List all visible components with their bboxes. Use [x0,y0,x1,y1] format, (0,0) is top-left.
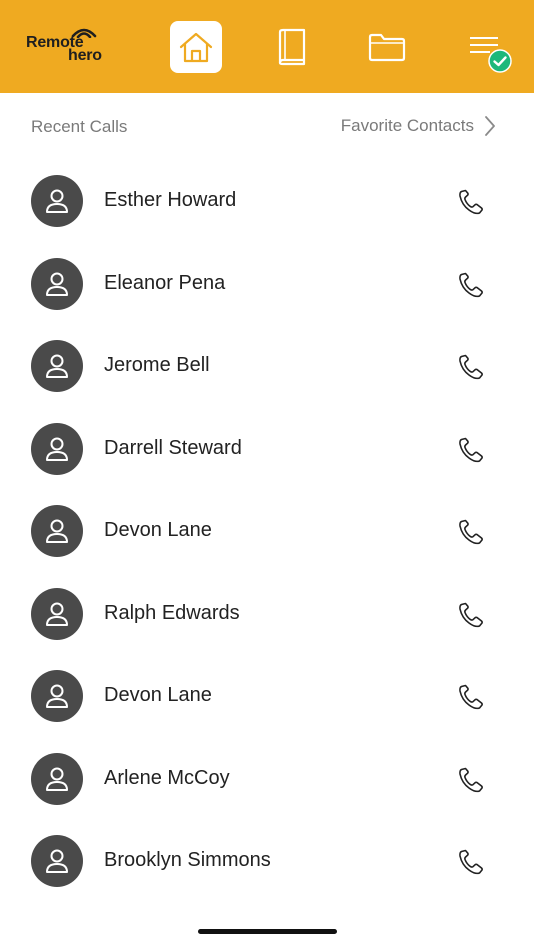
phone-icon [459,849,483,875]
check-badge-icon [488,49,512,73]
top-nav-bar: Remote hero [0,0,534,93]
user-icon [46,684,68,708]
user-icon [46,272,68,296]
avatar [31,587,83,640]
avatar [31,835,83,887]
book-icon [278,28,306,66]
phone-icon [459,189,483,215]
contact-name[interactable]: Esther Howard [104,189,236,212]
user-icon [46,767,68,791]
recent-calls-list: Esther Howard Eleanor Pena Jerome Bell D… [0,160,534,903]
tab-recent-calls[interactable]: Recent Calls [31,117,127,137]
user-icon [46,519,68,543]
call-button[interactable] [454,845,488,879]
nav-book-button[interactable] [266,21,318,73]
phone-icon [459,602,483,627]
contact-row[interactable]: Eleanor Pena [0,243,534,326]
call-button[interactable] [454,515,488,549]
contact-row[interactable]: Arlene McCoy [0,738,534,821]
phone-icon [459,767,483,792]
chevron-right-icon [485,116,495,136]
call-button[interactable] [454,350,488,384]
avatar [31,505,83,557]
contact-row[interactable]: Ralph Edwards [0,573,534,656]
contact-row[interactable]: Jerome Bell [0,325,534,408]
contact-name[interactable]: Arlene McCoy [104,767,230,790]
contact-name[interactable]: Eleanor Pena [104,272,225,295]
contact-name[interactable]: Ralph Edwards [104,602,240,625]
call-tabs: Recent Calls Favorite Contacts [0,93,534,161]
user-icon [46,354,68,378]
avatar [31,422,83,475]
contact-name[interactable]: Devon Lane [104,684,212,707]
contact-row[interactable]: Darrell Steward [0,408,534,491]
user-icon [46,437,68,461]
phone-icon [459,354,483,380]
contact-name[interactable]: Devon Lane [104,519,212,542]
user-icon [46,849,68,873]
phone-icon [459,272,483,297]
avatar [31,340,83,392]
contact-row[interactable]: Devon Lane [0,490,534,573]
phone-icon [459,519,483,545]
avatar [31,175,83,227]
avatar [31,670,83,722]
phone-icon [459,437,483,462]
nav-folder-button[interactable] [361,21,413,73]
call-button[interactable] [454,185,488,219]
home-indicator[interactable] [198,929,337,934]
home-icon [179,32,213,63]
avatar [31,257,83,310]
contact-row[interactable]: Devon Lane [0,655,534,738]
contact-name[interactable]: Darrell Steward [104,437,242,460]
tab-favorite-contacts[interactable]: Favorite Contacts [341,111,496,141]
call-button[interactable] [454,680,488,714]
user-icon [46,602,68,626]
contact-row[interactable]: Brooklyn Simmons [0,820,534,903]
call-button[interactable] [454,598,488,632]
call-button[interactable] [454,268,488,302]
tab-favorite-contacts-label: Favorite Contacts [340,116,474,135]
avatar [31,752,83,805]
nav-home-button[interactable] [170,21,222,73]
remote-hero-logo[interactable]: Remote hero [22,24,114,70]
contact-row[interactable]: Esther Howard [0,160,534,243]
contact-name[interactable]: Jerome Bell [104,354,210,377]
contact-name[interactable]: Brooklyn Simmons [104,849,271,872]
folder-icon [368,33,406,62]
call-button[interactable] [454,763,488,797]
call-button[interactable] [454,433,488,467]
user-icon [46,189,68,213]
phone-icon [459,684,483,710]
logo-text-hero: hero [68,47,102,64]
